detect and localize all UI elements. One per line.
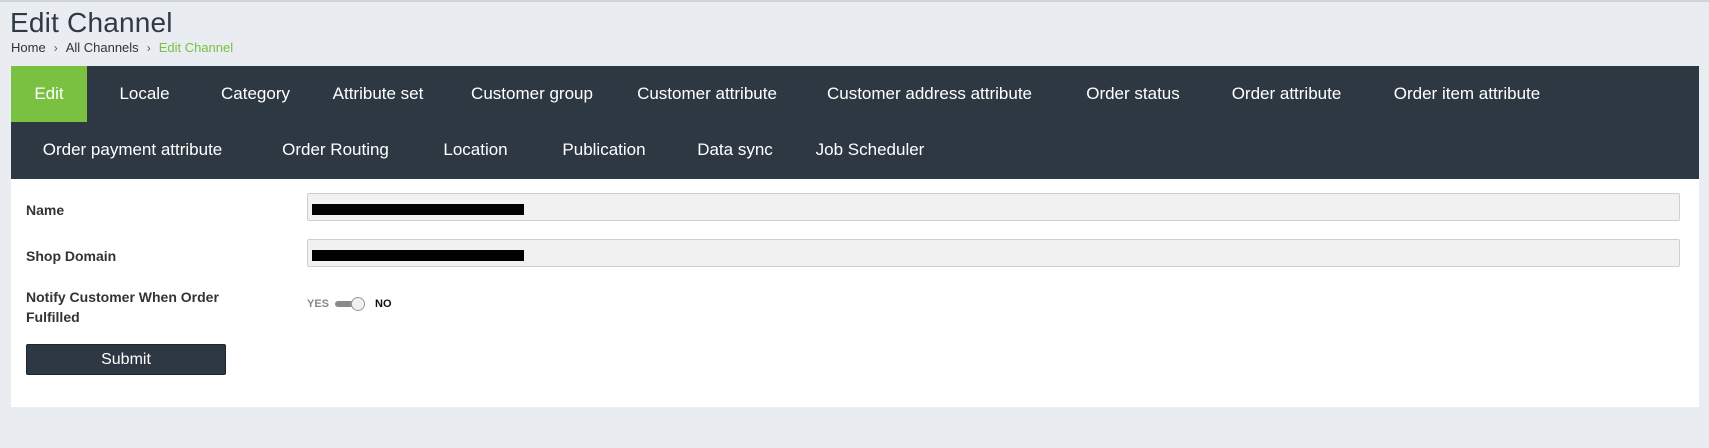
tab-job-scheduler[interactable]: Job Scheduler [796,122,944,178]
notify-customer-label: Notify Customer When Order Fulfilled [26,289,219,325]
submit-button[interactable]: Submit [26,344,226,375]
toggle-no-label: NO [375,298,392,310]
tab-location[interactable]: Location [417,122,534,178]
tab-attribute-set[interactable]: Attribute set [309,66,447,122]
name-label: Name [26,202,65,218]
breadcrumb-current: Edit Channel [158,40,234,55]
toggle-knob[interactable] [351,297,366,311]
tab-order-routing[interactable]: Order Routing [254,122,417,178]
tab-edit[interactable]: Edit [11,66,87,122]
tab-data-sync[interactable]: Data sync [674,122,796,178]
redacted-value [312,250,524,261]
chevron-right-icon: › [53,40,58,55]
tab-category[interactable]: Category [202,66,309,122]
tab-order-item-attribute[interactable]: Order item attribute [1369,66,1565,122]
edit-channel-form: Name Shop Domain Notify Customer When Or… [11,179,1699,407]
tab-locale[interactable]: Locale [87,66,202,122]
breadcrumb-home[interactable]: Home [11,40,46,55]
tab-order-payment-attribute[interactable]: Order payment attribute [11,122,254,178]
toggle-switch[interactable] [335,297,369,311]
page-title: Edit Channel [10,7,173,38]
breadcrumb: Home › All Channels › Edit Channel [11,40,233,55]
tab-publication[interactable]: Publication [534,122,674,178]
toggle-yes-label: YES [307,298,330,310]
shop-domain-input[interactable] [307,239,1680,267]
tab-customer-attribute[interactable]: Customer attribute [617,66,797,122]
redacted-value [312,204,524,215]
channel-tabs: Edit Locale Category Attribute set Custo… [11,66,1699,179]
breadcrumb-all-channels[interactable]: All Channels [66,40,139,55]
chevron-right-icon: › [146,40,151,55]
name-input[interactable] [307,193,1680,221]
tab-order-status[interactable]: Order status [1062,66,1204,122]
notify-customer-toggle[interactable]: YES NO [307,297,392,311]
tab-customer-group[interactable]: Customer group [447,66,617,122]
tab-order-attribute[interactable]: Order attribute [1204,66,1369,122]
tab-customer-address-attribute[interactable]: Customer address attribute [797,66,1062,122]
shop-domain-label: Shop Domain [26,248,117,264]
